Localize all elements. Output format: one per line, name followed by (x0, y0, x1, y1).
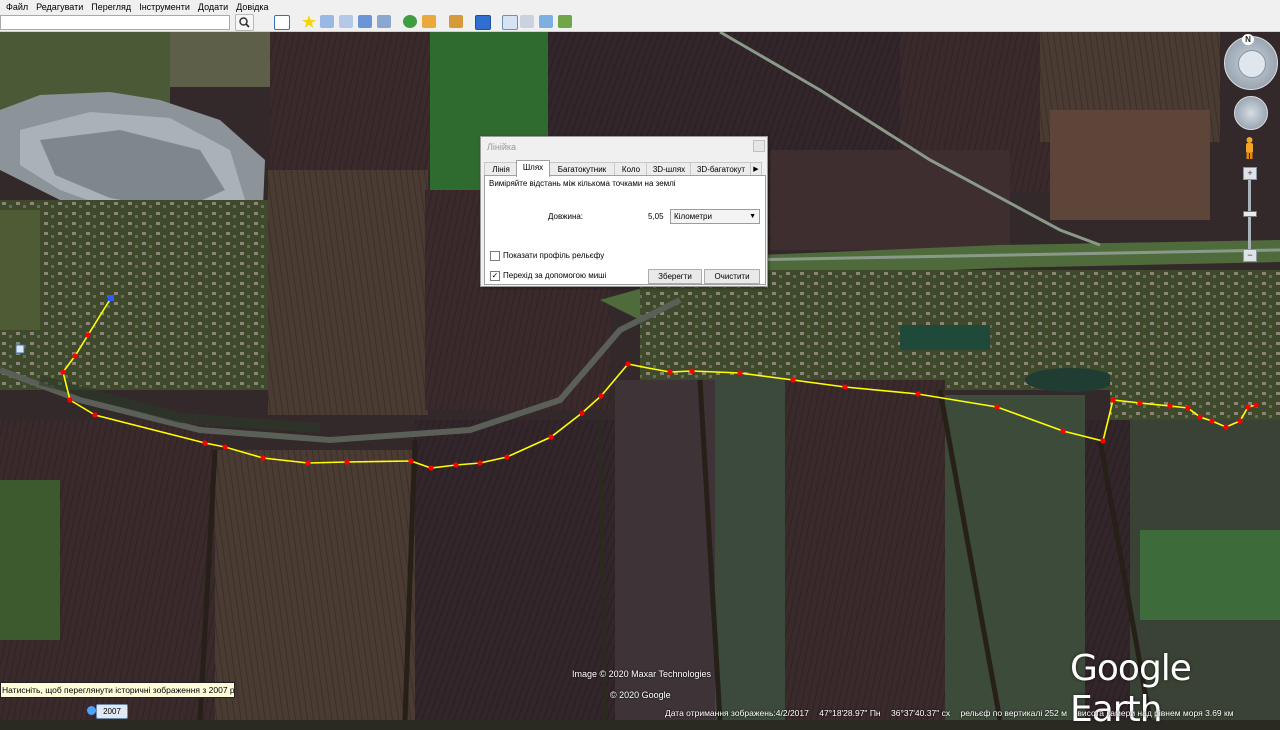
ruler-description: Виміряйте відстань між кількома точками … (489, 179, 676, 188)
length-value: 5,05 (648, 212, 664, 221)
toolbar (0, 13, 1280, 32)
clear-button[interactable]: Очистити (704, 269, 760, 284)
path-start-point[interactable] (108, 295, 114, 301)
menu-view[interactable]: Перегляд (90, 2, 132, 12)
length-label: Довжина: (548, 212, 584, 221)
sidebar-toggle-icon[interactable] (274, 15, 290, 30)
ruler-dialog: Лінійка Лінія Шлях Багатокутник Коло 3D-… (480, 136, 768, 287)
path-icon[interactable] (339, 15, 353, 28)
overlay-icon[interactable] (358, 15, 372, 28)
elevation: рельєф по вертикалі 252 м (960, 708, 1067, 718)
map-marker-icon[interactable] (15, 344, 25, 354)
save-button[interactable]: Зберегти (648, 269, 702, 284)
ruler-tabs: Лінія Шлях Багатокутник Коло 3D-шлях 3D-… (484, 160, 764, 177)
pegman-icon[interactable] (1244, 136, 1255, 160)
chevron-down-icon: ▼ (749, 213, 756, 220)
planets-icon[interactable] (449, 15, 463, 28)
unit-select[interactable]: Кілометри ▼ (670, 209, 760, 224)
print-icon[interactable] (520, 15, 534, 28)
tab-3d-polygon[interactable]: 3D-багатокут (690, 162, 752, 176)
view-in-maps-icon[interactable] (558, 15, 572, 28)
polygon-icon[interactable] (320, 15, 334, 28)
dialog-close-button[interactable] (753, 140, 765, 152)
longitude: 36°37'40.37" сх (891, 708, 951, 718)
tab-line[interactable]: Лінія (484, 162, 518, 176)
tab-path[interactable]: Шлях (516, 160, 550, 177)
status-bar: Дата отримання зображень:4/2/2017 47°18'… (665, 708, 1242, 718)
tab-3d-path[interactable]: 3D-шлях (646, 162, 692, 176)
tab-polygon[interactable]: Багатокутник (548, 162, 616, 176)
placemark-icon[interactable] (302, 15, 316, 28)
record-tour-icon[interactable] (377, 15, 391, 28)
imagery-credit: Image © 2020 Maxar Technologies (572, 669, 712, 679)
menu-bar: Файл Редагувати Перегляд Інструменти Дод… (0, 0, 1280, 13)
zoom-in-button[interactable]: + (1243, 167, 1257, 180)
zoom-out-button[interactable]: − (1243, 249, 1257, 262)
show-profile-label: Показати профіль рельєфу (503, 251, 605, 260)
menu-tools[interactable]: Інструменти (138, 2, 191, 12)
mouse-nav-label: Перехід за допомогою миші (503, 271, 607, 280)
tabs-scroll-right-icon[interactable]: ▶ (750, 162, 762, 176)
menu-file[interactable]: Файл (5, 2, 29, 12)
search-icon (239, 17, 250, 28)
zoom-slider-thumb[interactable] (1243, 211, 1257, 217)
move-control[interactable] (1234, 96, 1268, 130)
historical-imagery-tooltip: Натисніть, щоб переглянути історичні зоб… (0, 682, 235, 698)
tab-circle[interactable]: Коло (614, 162, 648, 176)
save-image-icon[interactable] (539, 15, 553, 28)
historical-clock-icon[interactable] (87, 706, 96, 715)
unit-select-value: Кілометри (674, 212, 712, 221)
menu-add[interactable]: Додати (197, 2, 229, 12)
show-profile-checkbox[interactable] (490, 251, 500, 261)
look-joystick-icon[interactable] (1238, 50, 1266, 78)
latitude: 47°18'28.97" Пн (819, 708, 881, 718)
sunlight-icon[interactable] (422, 15, 436, 28)
menu-help[interactable]: Довідка (235, 2, 269, 12)
dialog-title: Лінійка (487, 142, 517, 152)
ruler-icon[interactable] (475, 15, 491, 30)
mouse-nav-checkbox[interactable]: ✓ (490, 271, 500, 281)
search-input[interactable] (0, 15, 230, 30)
email-icon[interactable] (502, 15, 518, 30)
historical-year-button[interactable]: 2007 (96, 704, 128, 719)
compass-north-icon[interactable]: N (1242, 34, 1254, 45)
search-button[interactable] (235, 14, 254, 31)
eye-altitude: висота камери над рівнем моря 3.69 км (1077, 708, 1234, 718)
copyright-text: © 2020 Google (610, 690, 671, 700)
historical-imagery-icon[interactable] (403, 15, 417, 28)
imagery-date: Дата отримання зображень:4/2/2017 (665, 708, 809, 718)
menu-edit[interactable]: Редагувати (35, 2, 84, 12)
